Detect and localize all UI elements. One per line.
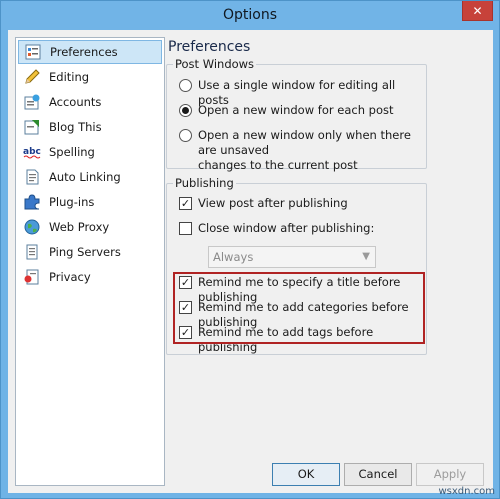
close-button[interactable]: ✕ (462, 1, 493, 21)
page-title: Preferences (168, 39, 251, 55)
checkbox-view-post[interactable]: ✓ View post after publishing (179, 196, 348, 211)
sidebar-item-web-proxy[interactable]: Web Proxy (18, 215, 162, 239)
option-label: View post after publishing (198, 196, 348, 210)
sidebar-item-label: Ping Servers (49, 245, 121, 259)
radio-new-window-each-post[interactable]: Open a new window for each post (179, 103, 393, 118)
svg-text:abc: abc (23, 147, 41, 157)
group-title: Publishing (173, 176, 236, 190)
option-label: Close window after publishing: (198, 221, 375, 235)
sidebar-item-plug-ins[interactable]: Plug-ins (18, 190, 162, 214)
sidebar-item-label: Privacy (49, 270, 91, 284)
category-sidebar: Preferences Editing Accounts Blog This a… (15, 37, 165, 486)
close-icon: ✕ (472, 3, 483, 18)
pencil-icon (23, 68, 41, 86)
dialog-client-area: Preferences Editing Accounts Blog This a… (8, 30, 493, 493)
sidebar-item-blog-this[interactable]: Blog This (18, 115, 162, 139)
post-windows-group: Post Windows Use a single window for edi… (166, 57, 427, 172)
sidebar-item-label: Spelling (49, 145, 95, 159)
sidebar-item-label: Plug-ins (49, 195, 95, 209)
privacy-icon (23, 268, 41, 286)
group-title: Post Windows (173, 57, 257, 71)
preferences-icon (24, 43, 42, 61)
sidebar-item-label: Accounts (49, 95, 102, 109)
radio-button[interactable] (179, 129, 192, 142)
sidebar-item-label: Blog This (49, 120, 102, 134)
chevron-down-icon: ▼ (362, 251, 370, 262)
watermark: wsxdn.com (438, 486, 495, 497)
options-window: Options ✕ Preferences Editing Accounts B… (0, 0, 500, 499)
document-link-icon (23, 168, 41, 186)
sidebar-item-preferences[interactable]: Preferences (18, 40, 162, 64)
checkbox-checked[interactable]: ✓ (179, 197, 192, 210)
ping-servers-icon (23, 243, 41, 261)
sidebar-item-spelling[interactable]: abc Spelling (18, 140, 162, 164)
sidebar-item-label: Auto Linking (49, 170, 121, 184)
close-window-dropdown[interactable]: Always ▼ (208, 246, 376, 268)
dropdown-value: Always (213, 250, 254, 264)
globe-icon (23, 218, 41, 236)
spelling-abc-icon: abc (23, 143, 41, 161)
sidebar-item-editing[interactable]: Editing (18, 65, 162, 89)
title-bar[interactable]: Options ✕ (1, 1, 499, 30)
sidebar-item-label: Preferences (50, 45, 118, 59)
blog-this-icon (23, 118, 41, 136)
window-title: Options (222, 7, 278, 23)
sidebar-item-privacy[interactable]: Privacy (18, 265, 162, 289)
option-label-line2: changes to the current post (198, 158, 358, 172)
accounts-icon (23, 93, 41, 111)
radio-button-selected[interactable] (179, 104, 192, 117)
option-label-line1: Open a new window only when there are un… (198, 128, 411, 157)
radio-button[interactable] (179, 79, 192, 92)
sidebar-item-auto-linking[interactable]: Auto Linking (18, 165, 162, 189)
checkbox-unchecked[interactable] (179, 222, 192, 235)
sidebar-item-label: Editing (49, 70, 90, 84)
reminder-highlight-box (173, 272, 425, 344)
ok-button[interactable]: OK (272, 463, 340, 486)
cancel-button[interactable]: Cancel (344, 463, 412, 486)
option-label: Open a new window for each post (198, 103, 394, 117)
apply-button[interactable]: Apply (416, 463, 484, 486)
option-label: Open a new window only when there are un… (198, 128, 426, 173)
sidebar-item-label: Web Proxy (49, 220, 110, 234)
checkbox-close-window[interactable]: Close window after publishing: (179, 221, 374, 236)
sidebar-item-ping-servers[interactable]: Ping Servers (18, 240, 162, 264)
puzzle-icon (23, 193, 41, 211)
sidebar-item-accounts[interactable]: Accounts (18, 90, 162, 114)
radio-new-window-unsaved[interactable]: Open a new window only when there are un… (179, 128, 426, 173)
